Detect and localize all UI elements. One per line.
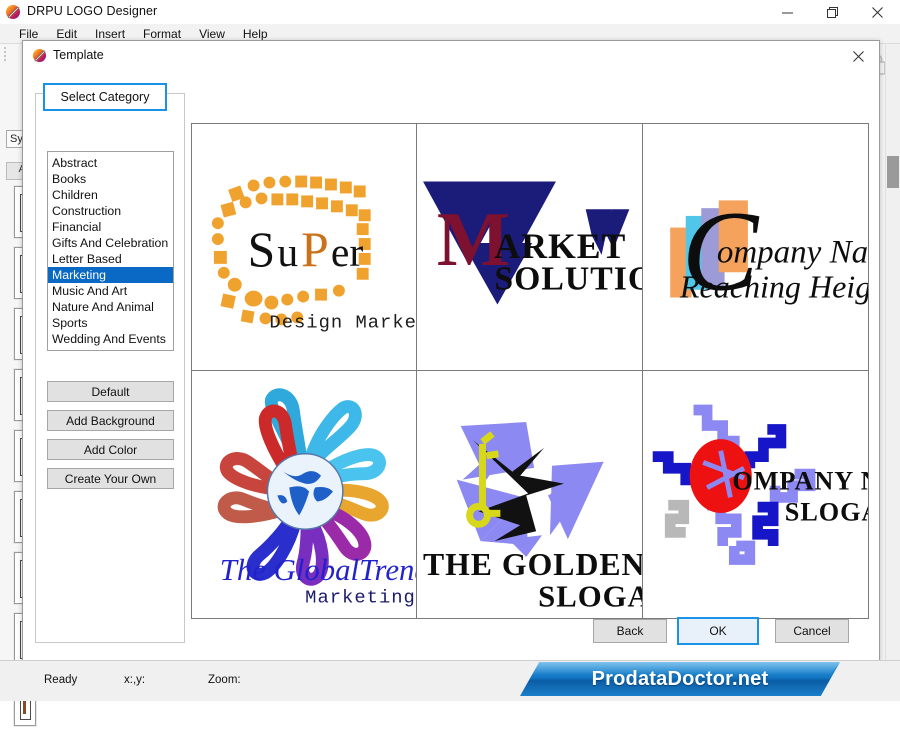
add-color-button[interactable]: Add Color xyxy=(47,439,174,460)
status-ready: Ready xyxy=(44,674,78,686)
dialog-close-icon[interactable] xyxy=(845,45,871,67)
add-background-button[interactable]: Add Background xyxy=(47,410,174,431)
template-tile-super-design-marketing[interactable]: S u P er Design Marketing xyxy=(192,124,418,371)
close-icon[interactable] xyxy=(855,0,900,24)
svg-text:Reaching Heighest: Reaching Heighest xyxy=(679,269,868,305)
window-title: DRPU LOGO Designer xyxy=(27,4,158,18)
svg-text:u: u xyxy=(277,230,298,276)
svg-text:THE GOLDEN KEY: THE GOLDEN KEY xyxy=(423,547,641,582)
svg-text:The GlobalTrend: The GlobalTrend xyxy=(220,553,417,587)
list-item[interactable]: Children xyxy=(48,187,173,203)
svg-text:S: S xyxy=(248,222,276,277)
svg-text:Design Marketing: Design Marketing xyxy=(269,311,416,333)
template-tile-the-globaltrend-marketing[interactable]: The GlobalTrend Marketing xyxy=(192,371,418,618)
scrollbar-thumb[interactable] xyxy=(887,156,899,188)
template-tile-company-name-reaching-heighest[interactable]: C ompany Name Reaching Heighest xyxy=(642,124,868,371)
back-button[interactable]: Back xyxy=(593,619,667,643)
dialog-footer: Back OK Cancel xyxy=(31,617,871,649)
brand-banner: ProdataDoctor.net xyxy=(520,660,840,698)
list-item[interactable]: Construction xyxy=(48,203,173,219)
list-item[interactable]: Nature And Animal xyxy=(48,299,173,315)
status-coordinates: x:,y: xyxy=(124,674,146,686)
create-your-own-button[interactable]: Create Your Own xyxy=(47,468,174,489)
dialog-titlebar: Template xyxy=(23,41,879,70)
cancel-button[interactable]: Cancel xyxy=(775,619,849,643)
list-item[interactable]: Music And Art xyxy=(48,283,173,299)
template-grid: S u P er Design Marketing xyxy=(191,123,869,619)
svg-text:OMPANY NAME: OMPANY NAME xyxy=(732,467,868,496)
svg-text:er: er xyxy=(331,230,363,276)
list-item[interactable]: Wedding And Events xyxy=(48,331,173,347)
template-tile-market-solution[interactable]: M ARKET SOLUTION xyxy=(417,124,643,371)
template-tile-company-name-slogan[interactable]: OMPANY NAME SLOGAN xyxy=(642,371,868,618)
window-controls xyxy=(765,0,900,24)
ok-button[interactable]: OK xyxy=(677,617,759,645)
list-item[interactable]: Financial xyxy=(48,219,173,235)
window-titlebar: DRPU LOGO Designer xyxy=(0,0,900,25)
svg-text:Marketing: Marketing xyxy=(305,587,416,609)
svg-text:SLOGAN: SLOGAN xyxy=(784,498,868,527)
dialog-body: Select Category Abstract Books Children … xyxy=(31,71,871,653)
category-listbox[interactable]: Abstract Books Children Construction Fin… xyxy=(47,151,174,351)
minimize-icon[interactable] xyxy=(765,0,810,24)
svg-text:ompany Name: ompany Name xyxy=(716,235,868,271)
status-zoom: Zoom: xyxy=(208,674,241,686)
category-actions: Default Add Background Add Color Create … xyxy=(47,381,174,497)
list-item[interactable]: Books xyxy=(48,171,173,187)
maximize-icon[interactable] xyxy=(810,0,855,24)
dialog-title: Template xyxy=(53,48,104,62)
drag-handle-dots[interactable] xyxy=(3,46,7,62)
dialog-logo-icon xyxy=(32,48,47,63)
list-item[interactable]: User Defined xyxy=(48,347,173,350)
svg-text:SOLUTION: SOLUTION xyxy=(495,261,642,298)
list-item[interactable]: Letter Based xyxy=(48,251,173,267)
template-dialog: Template Select Category Abstract Books … xyxy=(22,40,880,662)
list-item[interactable]: Gifts And Celebration xyxy=(48,235,173,251)
default-button[interactable]: Default xyxy=(47,381,174,402)
vertical-scrollbar[interactable] xyxy=(885,44,900,660)
brand-text: ProdataDoctor.net xyxy=(591,667,769,690)
app-logo-icon xyxy=(5,4,21,20)
app-root: DRPU LOGO Designer File Edit Insert Form… xyxy=(0,0,900,726)
list-item-selected[interactable]: Marketing xyxy=(48,267,173,283)
svg-text:P: P xyxy=(301,222,329,277)
template-tile-the-golden-key-slogan[interactable]: THE GOLDEN KEY SLOGAN xyxy=(417,371,643,618)
svg-text:SLOGAN: SLOGAN xyxy=(538,580,641,614)
list-item[interactable]: Sports xyxy=(48,315,173,331)
list-item[interactable]: Abstract xyxy=(48,155,173,171)
select-category-label: Select Category xyxy=(43,83,167,111)
